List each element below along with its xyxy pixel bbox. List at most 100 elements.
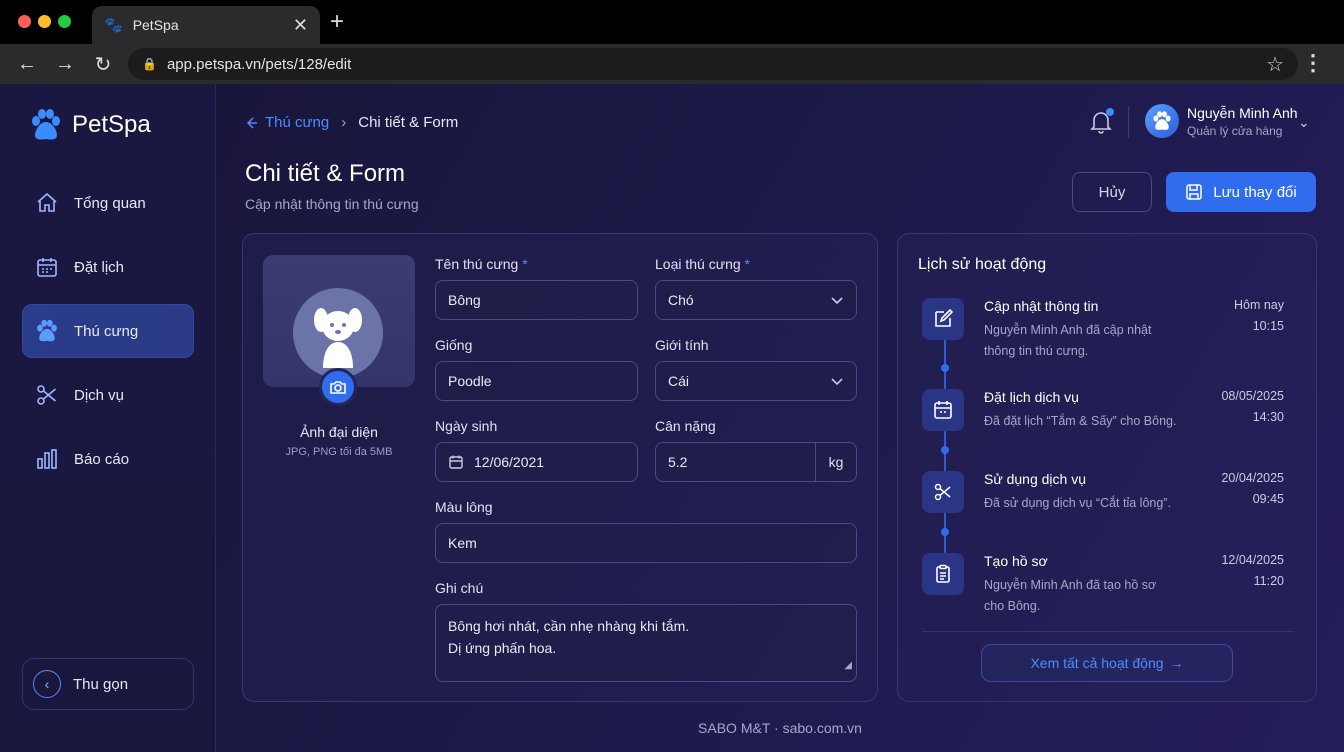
save-button[interactable]: Lưu thay đổi xyxy=(1166,172,1316,212)
back-icon[interactable]: ← xyxy=(8,53,46,76)
history-item-title: Đặt lịch dịch vụ xyxy=(984,389,1079,405)
address-bar[interactable]: 🔒 app.petspa.vn/pets/128/edit xyxy=(128,48,1298,80)
weight-unit: kg xyxy=(815,443,856,481)
sidebar-item-label: Đặt lịch xyxy=(74,258,125,276)
name-label: Tên thú cưng * xyxy=(435,256,528,272)
collapse-sidebar-button[interactable]: ‹ Thu gọn xyxy=(22,658,194,710)
color-label: Màu lông xyxy=(435,499,493,515)
history-item-title: Sử dụng dịch vụ xyxy=(984,471,1086,487)
chevron-left-icon: ‹ xyxy=(33,670,61,698)
logo[interactable]: PetSpa xyxy=(28,108,151,142)
pet-type-value: Chó xyxy=(668,292,694,308)
close-tab-icon[interactable]: ✕ xyxy=(293,15,308,36)
history-divider xyxy=(922,631,1294,632)
sidebar-item-label: Thú cưng xyxy=(74,322,139,340)
paw-icon: 🐾 xyxy=(104,17,123,34)
sidebar-item-label: Tổng quan xyxy=(74,194,146,212)
browser-menu-icon[interactable]: ⋮ xyxy=(1302,50,1324,76)
cancel-button[interactable]: Hủy xyxy=(1072,172,1152,212)
notes-label: Ghi chú xyxy=(435,580,484,596)
url-text: app.petspa.vn/pets/128/edit xyxy=(166,55,352,73)
brand-name: PetSpa xyxy=(72,111,151,138)
fur-color-input[interactable]: Kem xyxy=(435,523,857,563)
tab-title: PetSpa xyxy=(132,17,179,33)
collapse-label: Thu gọn xyxy=(73,675,129,693)
sidebar-item-reports[interactable]: Báo cáo xyxy=(22,432,194,486)
edit-icon xyxy=(922,298,964,340)
history-item-desc: Nguyễn Minh Anh đã tạo hồ sơ cho Bông. xyxy=(984,578,1157,613)
gender-select[interactable]: Cái xyxy=(655,361,857,401)
sidebar-item-label: Dịch vụ xyxy=(74,386,125,404)
resize-handle-icon[interactable]: ◢ xyxy=(844,655,852,677)
view-all-label: Xem tất cả hoạt động xyxy=(1030,655,1164,671)
close-window-button[interactable] xyxy=(18,15,31,28)
view-all-activity-button[interactable]: Xem tất cả hoạt động → xyxy=(981,644,1233,682)
breadcrumb-current: Chi tiết & Form xyxy=(358,114,459,131)
weight-input[interactable]: 5.2 kg xyxy=(655,442,857,482)
browser-tabstrip: 🐾 PetSpa ✕ + xyxy=(0,0,1344,44)
photo-hint: JPG, PNG tối đa 5MB xyxy=(285,446,393,458)
bookmark-star-icon[interactable]: ☆ xyxy=(1266,52,1284,77)
history-item-title: Cập nhật thông tin xyxy=(984,298,1099,314)
notes-line: Dị ứng phấn hoa. xyxy=(448,640,557,656)
sidebar-item-pets[interactable]: Thú cưng xyxy=(22,304,194,358)
notification-bell-icon[interactable] xyxy=(1090,108,1114,134)
chevron-down-icon xyxy=(831,297,843,305)
clipboard-icon xyxy=(922,553,964,595)
maximize-window-button[interactable] xyxy=(58,15,71,28)
sidebar-item-overview[interactable]: Tổng quan xyxy=(22,176,194,230)
chevron-down-icon[interactable]: ⌄ xyxy=(1298,114,1310,131)
activity-history-card: Lịch sử hoạt động Cập nhật thông tin Ngu… xyxy=(897,233,1317,702)
calendar-icon xyxy=(449,455,463,469)
user-name[interactable]: Nguyễn Minh Anh xyxy=(1187,105,1298,121)
app-root: PetSpa Tổng quan Đặt lịch Thú cưng Dịch … xyxy=(0,84,1344,752)
scissors-icon xyxy=(922,471,964,513)
history-item-desc: Nguyễn Minh Anh đã cập nhật thông tin th… xyxy=(984,323,1152,358)
weight-label: Cân nặng xyxy=(655,418,716,434)
timeline-dot xyxy=(941,364,949,372)
user-role: Quản lý cửa hàng xyxy=(1187,124,1283,138)
header-divider xyxy=(1128,106,1129,138)
forward-icon[interactable]: → xyxy=(46,53,84,76)
browser-tab[interactable]: 🐾 PetSpa ✕ xyxy=(92,6,320,44)
breadcrumb-link-pets[interactable]: Thú cưng xyxy=(265,114,329,131)
sidebar-item-services[interactable]: Dịch vụ xyxy=(22,368,194,422)
breed-input[interactable]: Poodle xyxy=(435,361,638,401)
breadcrumb: Thú cưng › Chi tiết & Form xyxy=(245,114,458,131)
minimize-window-button[interactable] xyxy=(38,15,51,28)
calendar-icon xyxy=(922,389,964,431)
history-item-time: 10:15 xyxy=(1252,319,1284,333)
pet-name-input[interactable]: Bông xyxy=(435,280,638,320)
dob-date-input[interactable]: 12/06/2021 xyxy=(435,442,638,482)
timeline-dot xyxy=(941,446,949,454)
reload-icon[interactable]: ↻ xyxy=(84,52,122,77)
save-icon xyxy=(1186,184,1203,200)
browser-toolbar: ← → ↻ 🔒 app.petspa.vn/pets/128/edit ☆ ⋮ xyxy=(0,44,1344,84)
camera-icon xyxy=(330,381,346,394)
page-title: Chi tiết & Form xyxy=(245,160,406,187)
history-item-title: Tạo hồ sơ xyxy=(984,553,1048,569)
dob-value: 12/06/2021 xyxy=(474,454,545,470)
sidebar-item-label: Báo cáo xyxy=(74,450,130,468)
lock-icon: 🔒 xyxy=(142,57,157,71)
gender-label: Giới tính xyxy=(655,337,709,353)
pet-form-card: Ảnh đại diện JPG, PNG tối đa 5MB Tên thú… xyxy=(242,233,878,702)
weight-value: 5.2 xyxy=(668,454,688,470)
calendar-icon xyxy=(34,254,60,280)
save-label: Lưu thay đổi xyxy=(1213,183,1297,201)
gender-value: Cái xyxy=(668,373,690,389)
history-item-time: 11:20 xyxy=(1253,574,1284,588)
history-item-date: 08/05/2025 xyxy=(1221,389,1284,403)
sidebar-item-booking[interactable]: Đặt lịch xyxy=(22,240,194,294)
new-tab-button[interactable]: + xyxy=(330,8,344,36)
paw-icon xyxy=(34,318,60,344)
bar-chart-icon xyxy=(34,446,60,472)
pet-type-select[interactable]: Chó xyxy=(655,280,857,320)
history-item-date: Hôm nay xyxy=(1233,298,1284,312)
avatar[interactable] xyxy=(1145,104,1179,138)
upload-photo-button[interactable] xyxy=(319,368,357,406)
notes-textarea[interactable]: Bông hơi nhát, cần nhẹ nhàng khi tắm. Dị… xyxy=(435,604,857,682)
pet-avatar xyxy=(293,288,383,378)
dob-label: Ngày sinh xyxy=(435,418,498,434)
chevron-down-icon xyxy=(831,378,843,386)
